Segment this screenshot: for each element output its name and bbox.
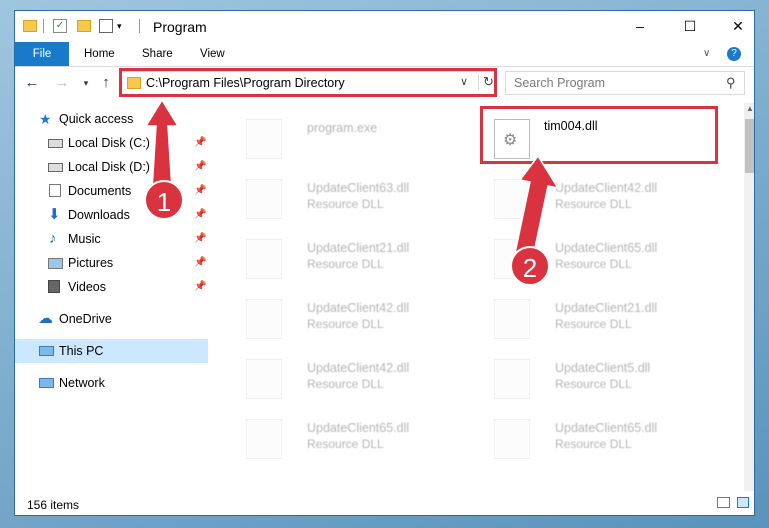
- arrow-1-icon: [144, 98, 560, 263]
- step-badge-1: 1: [144, 180, 184, 220]
- step-badge-2: 2: [510, 246, 550, 286]
